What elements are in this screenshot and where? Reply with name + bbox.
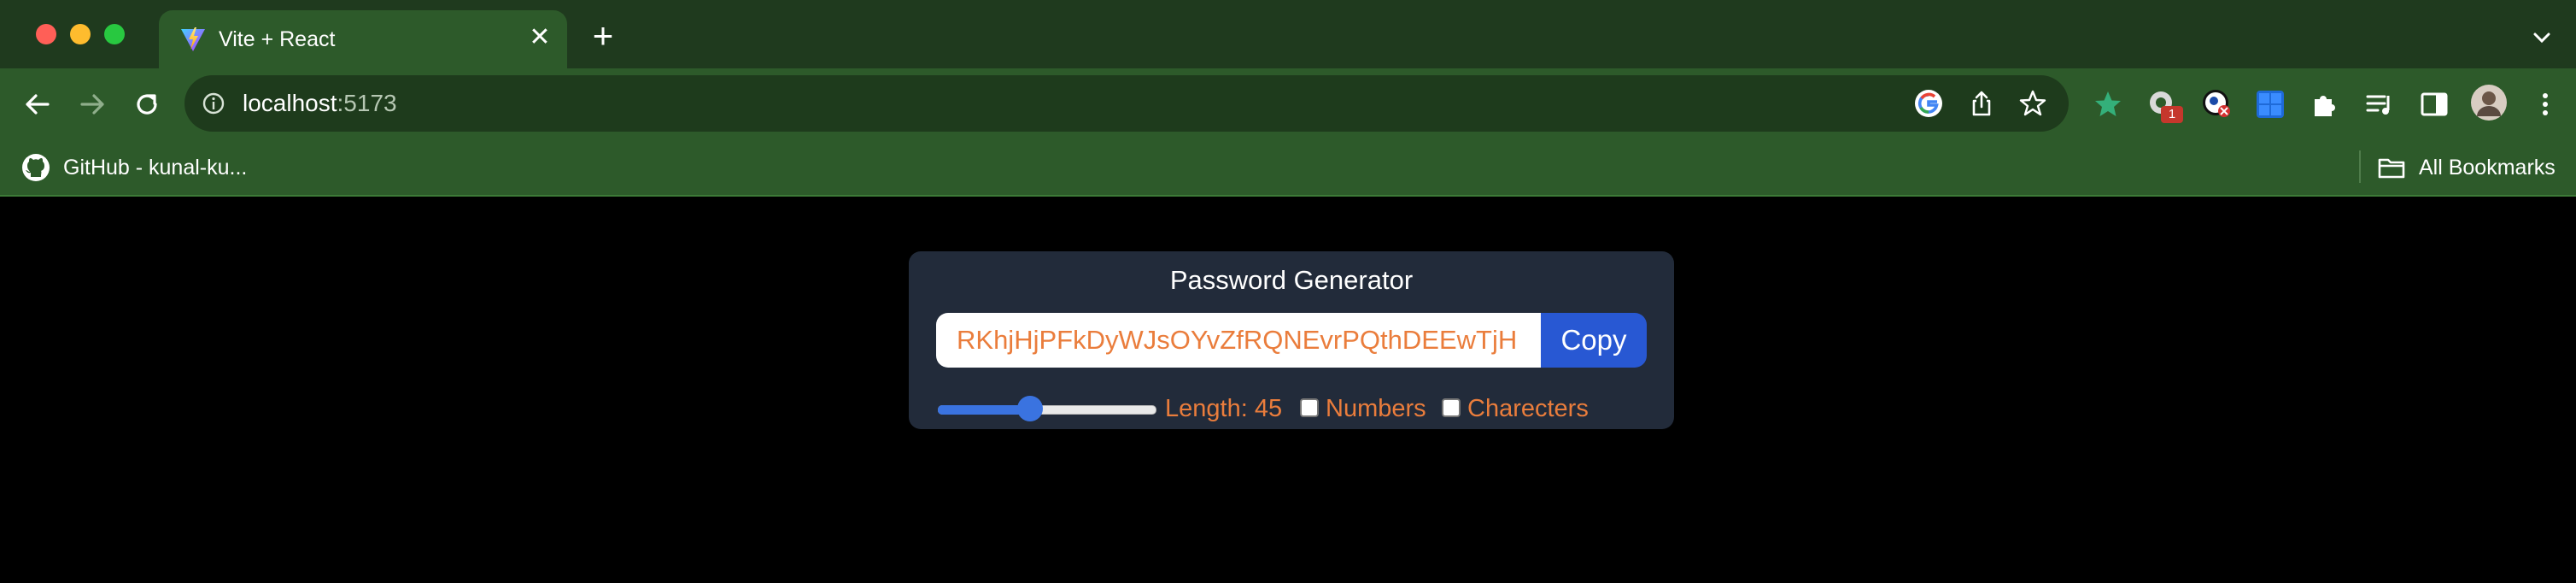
slider-fill <box>938 405 1031 415</box>
page-content: Password Generator Copy Length: 45 Numbe… <box>0 197 2576 583</box>
copy-button[interactable]: Copy <box>1541 313 1647 368</box>
close-window-button[interactable] <box>36 24 56 44</box>
browser-toolbar: localhost:5173 1 <box>0 68 2576 140</box>
forward-arrow-icon[interactable] <box>73 85 111 123</box>
puzzle-extensions-icon[interactable] <box>2308 87 2342 121</box>
folder-icon <box>2376 152 2407 183</box>
bookmarks-bar: GitHub - kunal-ku... All Bookmarks <box>0 140 2576 197</box>
maximize-window-button[interactable] <box>104 24 125 44</box>
length-slider[interactable] <box>936 395 1158 422</box>
share-icon[interactable] <box>1966 88 1997 119</box>
site-info-icon[interactable] <box>200 90 227 117</box>
bookmark-github[interactable]: GitHub - kunal-ku... <box>20 152 247 183</box>
tab-title: Vite + React <box>219 27 336 51</box>
options-row: Length: 45 Numbers Charecters <box>936 395 1654 422</box>
address-bar[interactable]: localhost:5173 <box>184 75 2069 132</box>
back-arrow-icon[interactable] <box>19 85 56 123</box>
url-port: :5173 <box>337 90 397 116</box>
reload-icon[interactable] <box>128 85 166 123</box>
numbers-label: Numbers <box>1326 395 1426 422</box>
tab-close-icon[interactable]: ✕ <box>524 22 555 53</box>
avatar[interactable] <box>2470 84 2508 121</box>
profile-extension-icon[interactable] <box>2200 87 2234 121</box>
new-tab-button[interactable]: + <box>586 18 620 54</box>
browser-tab-active[interactable]: Vite + React ✕ <box>159 10 567 68</box>
password-generator-card: Password Generator Copy Length: 45 Numbe… <box>909 251 1674 429</box>
media-playlist-icon[interactable] <box>2362 87 2397 121</box>
github-icon <box>20 152 51 183</box>
bookmark-label: GitHub - kunal-ku... <box>63 155 248 180</box>
more-menu-icon[interactable] <box>2528 87 2562 121</box>
slider-thumb[interactable] <box>1017 396 1044 421</box>
page-title: Password Generator <box>1169 265 1414 295</box>
url-text: localhost:5173 <box>243 90 397 117</box>
bookmarks-divider <box>2359 150 2361 183</box>
password-field[interactable] <box>936 313 1541 368</box>
google-icon[interactable] <box>1913 88 1944 119</box>
characters-label: Charecters <box>1467 395 1589 422</box>
url-host: localhost <box>243 90 337 116</box>
green-star-extension-icon[interactable] <box>2091 87 2125 121</box>
windows-grid-extension-icon[interactable] <box>2253 87 2287 121</box>
minimize-window-button[interactable] <box>70 24 91 44</box>
numbers-checkbox[interactable] <box>1300 398 1319 417</box>
length-label: Length: 45 <box>1165 395 1283 422</box>
browser-tab-strip: Vite + React ✕ + <box>0 0 2576 68</box>
side-panel-icon[interactable] <box>2417 87 2451 121</box>
extension-badge: 1 <box>2161 106 2183 123</box>
chevron-down-icon[interactable] <box>2526 22 2557 53</box>
characters-checkbox[interactable] <box>1442 398 1461 417</box>
vite-logo-icon <box>179 26 207 53</box>
all-bookmarks-label: All Bookmarks <box>2419 155 2556 180</box>
all-bookmarks-button[interactable]: All Bookmarks <box>2376 152 2556 183</box>
bookmark-star-icon[interactable] <box>2017 88 2048 119</box>
record-extension-icon[interactable]: 1 <box>2146 87 2183 123</box>
